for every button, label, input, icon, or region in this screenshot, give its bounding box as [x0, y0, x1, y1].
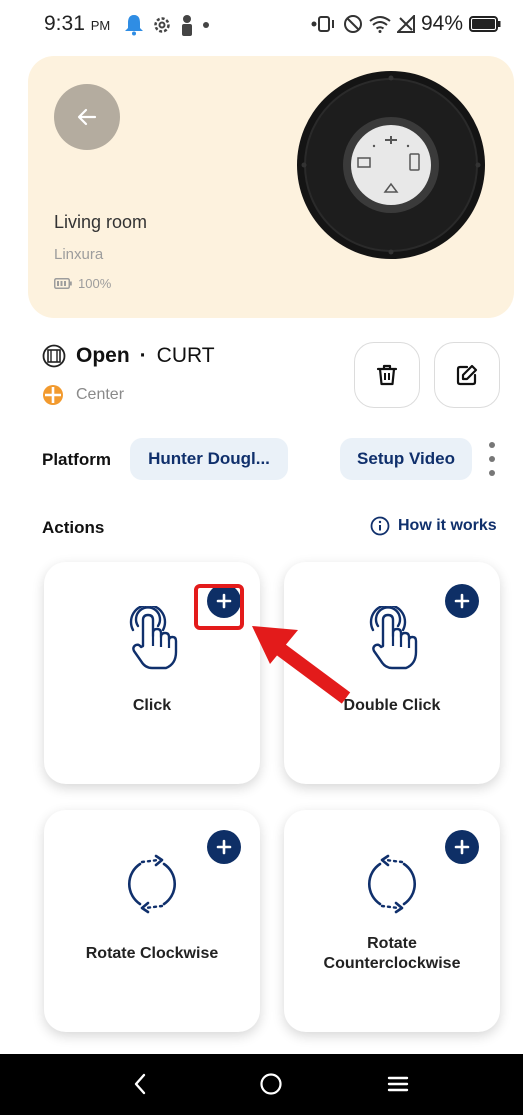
position-label: Center [76, 386, 125, 403]
brand-name: Linxura [54, 246, 104, 263]
device-info-row: Open · CURT Center [42, 342, 502, 412]
state-label: Open [76, 344, 130, 367]
nav-back-button[interactable] [110, 1064, 170, 1104]
edit-icon [456, 364, 478, 386]
actions-title: Actions [42, 518, 105, 537]
trash-icon [376, 364, 398, 386]
plus-icon [454, 839, 470, 855]
back-button[interactable] [54, 84, 120, 150]
battery-icon [469, 16, 501, 32]
platform-label: Platform [42, 450, 111, 469]
tap-hand-icon [369, 606, 418, 670]
device-type: CURT [156, 344, 215, 367]
room-name: Living room [54, 212, 148, 232]
do-not-disturb-icon [343, 15, 362, 33]
device-state: Open · CURT [42, 344, 215, 368]
action-label: Click [132, 697, 172, 714]
tap-hand-icon [129, 606, 178, 670]
how-it-works-label: How it works [398, 517, 497, 534]
dot-icon [203, 22, 209, 28]
rotate-clockwise-icon [127, 854, 177, 914]
nav-recents-button[interactable] [368, 1064, 428, 1104]
device-hero-card: Living room Linxura 100% [28, 56, 514, 318]
plus-icon [216, 839, 232, 855]
settings-gear-icon [154, 17, 170, 33]
cellular-signal-icon [396, 15, 415, 33]
system-nav-bar [0, 1054, 523, 1115]
wifi-icon [369, 16, 391, 33]
action-card-rotate-clockwise[interactable]: Rotate Clockwise [44, 810, 260, 1032]
action-card-rotate-counterclockwise[interactable]: Rotate Counterclockwise [284, 810, 500, 1032]
edit-button[interactable] [434, 342, 500, 408]
info-icon [370, 516, 390, 536]
curtain-icon [42, 344, 66, 368]
delete-button[interactable] [354, 342, 420, 408]
device-battery-level: 100% [78, 276, 112, 291]
battery-percent: 94% [420, 12, 463, 35]
add-action-button[interactable] [207, 830, 241, 864]
app-screen: 9:31 PM 94% Living room Linxura 100% Ope… [0, 0, 523, 1115]
add-action-button[interactable] [445, 830, 479, 864]
action-label: Rotate Counterclockwise [323, 935, 461, 972]
battery-icon [54, 278, 72, 289]
home-circle-icon [260, 1073, 282, 1095]
plus-icon [454, 593, 470, 609]
rotate-counterclockwise-icon [367, 854, 417, 914]
device-battery: 100% [54, 276, 111, 291]
how-it-works-link[interactable]: How it works [370, 516, 497, 536]
vibrate-icon [311, 16, 334, 32]
action-label: Rotate Clockwise [85, 945, 219, 962]
nav-home-button[interactable] [241, 1064, 301, 1104]
menu-icon [387, 1076, 409, 1092]
arrow-left-icon [77, 108, 97, 126]
add-action-button[interactable] [445, 584, 479, 618]
status-ampm: PM [90, 18, 111, 33]
setup-video-button[interactable]: Setup Video [340, 438, 472, 480]
annotation-arrow-icon [252, 626, 351, 704]
status-clock: 9:31 [44, 12, 85, 35]
more-options-icon[interactable] [486, 442, 498, 476]
remote-device-image [297, 71, 485, 259]
status-right: 94% [311, 12, 501, 36]
status-notification-icons [124, 14, 210, 36]
person-icon [182, 15, 192, 36]
device-position: Center [42, 384, 124, 406]
platform-row: Platform Hunter Dougl... Setup Video [42, 436, 512, 482]
notification-bell-icon [125, 15, 143, 36]
status-bar: 9:31 PM 94% [0, 0, 523, 50]
state-separator: · [139, 344, 147, 367]
status-time: 9:31 PM [44, 12, 110, 36]
chevron-left-icon [134, 1073, 146, 1095]
platform-chip[interactable]: Hunter Dougl... [130, 438, 288, 480]
position-center-icon [43, 385, 63, 405]
